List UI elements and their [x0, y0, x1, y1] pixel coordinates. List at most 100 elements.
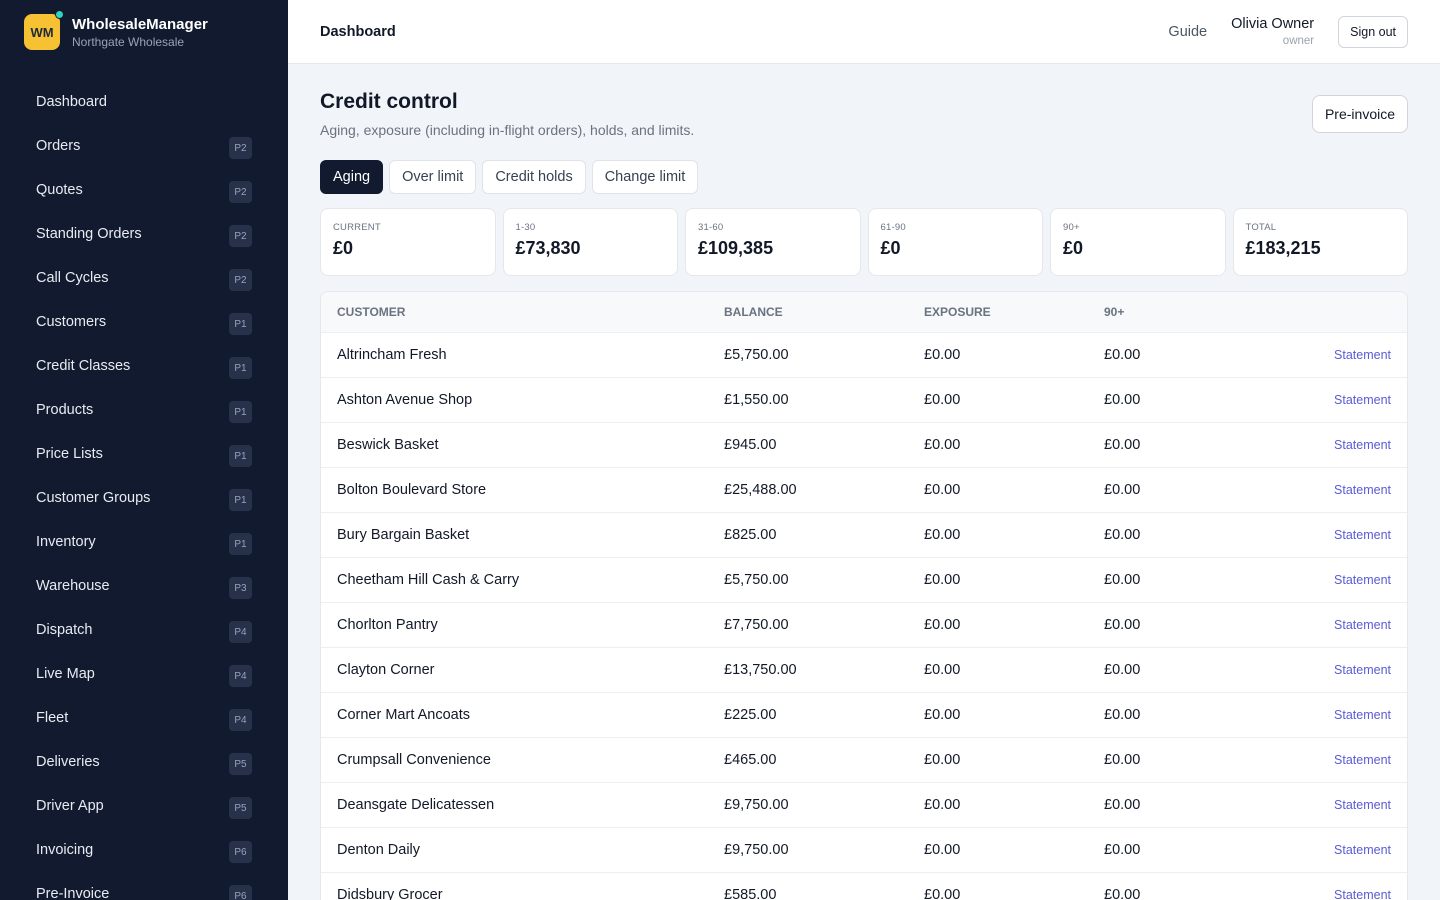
sidebar-item-pre-invoice[interactable]: Pre-Invoice P6: [0, 872, 288, 900]
brand-org: Northgate Wholesale: [72, 34, 185, 49]
exposure-cell: £0.00: [924, 421, 1104, 467]
table-header-row: CUSTOMER BALANCE EXPOSURE 90+: [321, 292, 1407, 332]
table-row: Cheetham Hill Cash & Carry £5,750.00 £0.00…: [321, 556, 1407, 602]
statement-link[interactable]: Statement: [1334, 708, 1391, 722]
statement-link[interactable]: Statement: [1334, 573, 1391, 587]
customer-cell: Bury Bargain Basket: [321, 511, 724, 557]
user-role: owner: [1282, 34, 1315, 47]
aging-card: CURRENT £0: [320, 208, 496, 276]
statement-link[interactable]: Statement: [1334, 393, 1391, 407]
tab-over-limit[interactable]: Over limit: [389, 160, 477, 194]
aging-card-label: 1-30: [515, 222, 536, 233]
customer-cell: Crumpsall Convenience: [321, 736, 724, 782]
sidebar-item-dashboard[interactable]: Dashboard: [0, 80, 288, 124]
phase-badge: P1: [229, 313, 252, 335]
sign-out-button[interactable]: Sign out: [1338, 15, 1408, 48]
action-cell: Statement: [1254, 421, 1407, 467]
customer-cell: Chorlton Pantry: [321, 601, 724, 647]
statement-link[interactable]: Statement: [1334, 438, 1391, 452]
exposure-cell: £0.00: [924, 691, 1104, 737]
phase-badge: P1: [229, 401, 252, 423]
ninety-plus-cell: £0.00: [1104, 556, 1254, 602]
customer-cell: Bolton Boulevard Store: [321, 466, 724, 512]
user-block: Olivia Owner owner: [1231, 15, 1314, 49]
ninety-plus-cell: £0.00: [1104, 646, 1254, 692]
aging-card-value: £73,830: [515, 238, 581, 258]
ninety-plus-cell: £0.00: [1104, 511, 1254, 557]
tab-bar: Aging Over limit Credit holds Change limit: [320, 160, 1408, 194]
ninety-plus-cell: £0.00: [1104, 691, 1254, 737]
header-customer[interactable]: CUSTOMER: [321, 292, 724, 332]
action-cell: Statement: [1254, 556, 1407, 602]
brand: WM WholesaleManager Northgate Wholesale: [0, 0, 288, 64]
balance-cell: £825.00: [724, 511, 924, 557]
phase-badge: P3: [229, 577, 252, 599]
phase-badge: P1: [229, 357, 252, 379]
balance-cell: £7,750.00: [724, 601, 924, 647]
sidebar-item-label: Quotes: [36, 182, 83, 198]
sidebar-item-call-cycles[interactable]: Call Cycles P2: [0, 256, 288, 300]
statement-link[interactable]: Statement: [1334, 753, 1391, 767]
ninety-plus-cell: £0.00: [1104, 421, 1254, 467]
phase-badge: P4: [229, 665, 252, 687]
sidebar-item-quotes[interactable]: Quotes P2: [0, 168, 288, 212]
statement-link[interactable]: Statement: [1334, 483, 1391, 497]
sidebar-item-label: Pre-Invoice: [36, 886, 110, 900]
header-exposure[interactable]: EXPOSURE: [924, 292, 1104, 332]
phase-badge: P4: [229, 709, 252, 731]
page-title: Credit control: [320, 90, 458, 113]
balance-cell: £225.00: [724, 691, 924, 737]
customer-cell: Denton Daily: [321, 826, 724, 872]
header-balance[interactable]: BALANCE: [724, 292, 924, 332]
sidebar-item-warehouse[interactable]: Warehouse P3: [0, 564, 288, 608]
sidebar-item-fleet[interactable]: Fleet P4: [0, 696, 288, 740]
sidebar-item-label: Dispatch: [36, 622, 93, 638]
statement-link[interactable]: Statement: [1334, 798, 1391, 812]
ninety-plus-cell: £0.00: [1104, 871, 1254, 900]
sidebar-item-standing-orders[interactable]: Standing Orders P2: [0, 212, 288, 256]
statement-link[interactable]: Statement: [1334, 348, 1391, 362]
sidebar-item-deliveries[interactable]: Deliveries P5: [0, 740, 288, 784]
statement-link[interactable]: Statement: [1334, 618, 1391, 632]
action-cell: Statement: [1254, 376, 1407, 422]
sidebar-item-dispatch[interactable]: Dispatch P4: [0, 608, 288, 652]
aging-card-value: £0: [880, 238, 901, 258]
sidebar-item-label: Products: [36, 402, 94, 418]
aging-card-value: £183,215: [1245, 238, 1321, 258]
sidebar-item-customer-groups[interactable]: Customer Groups P1: [0, 476, 288, 520]
header-90-plus[interactable]: 90+: [1104, 292, 1254, 332]
guide-link[interactable]: Guide: [1168, 24, 1207, 40]
topbar-title: Dashboard: [320, 23, 396, 40]
pre-invoice-button[interactable]: Pre-invoice: [1311, 95, 1408, 133]
sidebar-item-invoicing[interactable]: Invoicing P6: [0, 828, 288, 872]
tab-aging[interactable]: Aging: [320, 160, 384, 194]
tab-credit-holds[interactable]: Credit holds: [482, 160, 586, 194]
sidebar-item-label: Credit Classes: [36, 358, 131, 374]
statement-link[interactable]: Statement: [1334, 843, 1391, 857]
phase-badge: P2: [229, 181, 252, 203]
tab-change-limit[interactable]: Change limit: [591, 160, 699, 194]
balance-cell: £9,750.00: [724, 781, 924, 827]
brand-logo-text: WM: [30, 24, 54, 40]
ninety-plus-cell: £0.00: [1104, 826, 1254, 872]
sidebar-item-customers[interactable]: Customers P1: [0, 300, 288, 344]
customer-cell: Beswick Basket: [321, 421, 724, 467]
phase-badge: P2: [229, 225, 252, 247]
balance-cell: £1,550.00: [724, 376, 924, 422]
sidebar-item-driver-app[interactable]: Driver App P5: [0, 784, 288, 828]
action-cell: Statement: [1254, 601, 1407, 647]
sidebar-item-price-lists[interactable]: Price Lists P1: [0, 432, 288, 476]
aging-card: 1-30 £73,830: [502, 208, 678, 276]
statement-link[interactable]: Statement: [1334, 888, 1391, 900]
sidebar-item-inventory[interactable]: Inventory P1: [0, 520, 288, 564]
sidebar-item-products[interactable]: Products P1: [0, 388, 288, 432]
sidebar-item-credit-classes[interactable]: Credit Classes P1: [0, 344, 288, 388]
table-row: Beswick Basket £945.00 £0.00 £0.00 Statement: [321, 421, 1407, 467]
balance-cell: £13,750.00: [724, 646, 924, 692]
sidebar-item-live-map[interactable]: Live Map P4: [0, 652, 288, 696]
sidebar-item-orders[interactable]: Orders P2: [0, 124, 288, 168]
statement-link[interactable]: Statement: [1334, 528, 1391, 542]
aging-cards: CURRENT £0 1-30 £73,830 31-60 £109,385 61-90 £0…: [320, 208, 1408, 276]
statement-link[interactable]: Statement: [1334, 663, 1391, 677]
exposure-cell: £0.00: [924, 466, 1104, 512]
